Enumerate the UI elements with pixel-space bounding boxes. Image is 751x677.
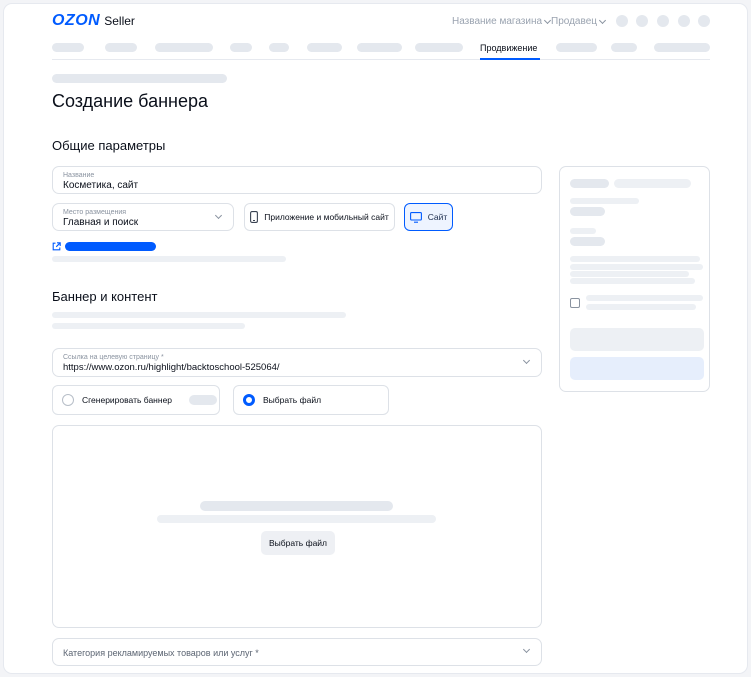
side-placeholder xyxy=(586,295,703,301)
header-icon-placeholder[interactable] xyxy=(678,15,690,27)
app-window: OZON Seller Название магазина Продавец П… xyxy=(4,4,747,673)
tab-promotion[interactable]: Продвижение xyxy=(480,43,537,53)
logo-product: Seller xyxy=(104,14,135,28)
radio-choose-file[interactable]: Выбрать файл xyxy=(233,385,389,415)
chevron-down-icon xyxy=(598,16,607,24)
page-title: Создание баннера xyxy=(52,91,209,111)
side-placeholder xyxy=(570,256,700,262)
file-upload-area[interactable]: Выбрать файл xyxy=(52,425,542,628)
banner-name-value: Косметика, сайт xyxy=(63,180,139,191)
banner-name-field[interactable]: Название Косметика, сайт xyxy=(52,166,542,194)
side-placeholder xyxy=(570,179,609,188)
chevron-down-icon xyxy=(522,645,531,654)
nav-tab-placeholder[interactable] xyxy=(269,43,289,52)
side-button-placeholder[interactable] xyxy=(570,328,704,351)
store-name: Название магазина xyxy=(452,16,543,27)
option-app-label: Приложение и мобильный сайт xyxy=(264,212,389,222)
nav-tab-placeholder[interactable] xyxy=(307,43,342,52)
side-placeholder xyxy=(614,179,691,188)
nav-tab-placeholder[interactable] xyxy=(52,43,84,52)
logo-brand: OZON xyxy=(52,12,101,29)
nav-tab-placeholder[interactable] xyxy=(357,43,402,52)
header-icon-placeholder[interactable] xyxy=(616,15,628,27)
nav-tab-placeholder[interactable] xyxy=(611,43,637,52)
category-placeholder: Категория рекламируемых товаров или услу… xyxy=(63,648,259,658)
header-icon-placeholder[interactable] xyxy=(657,15,669,27)
side-placeholder xyxy=(570,207,605,216)
link-placeholder[interactable] xyxy=(65,242,156,251)
header-icon-placeholder[interactable] xyxy=(698,15,710,27)
radio-icon xyxy=(62,394,74,406)
nav-tab-placeholder[interactable] xyxy=(230,43,252,52)
option-site-label: Сайт xyxy=(427,212,448,222)
side-placeholder xyxy=(570,198,639,204)
hint-placeholder xyxy=(52,256,286,262)
banner-name-label: Название xyxy=(63,172,95,179)
radio-file-label: Выбрать файл xyxy=(263,395,322,405)
target-url-value: https://www.ozon.ru/highlight/backtoscho… xyxy=(63,362,280,373)
toggle-placeholder xyxy=(189,395,218,405)
side-placeholder xyxy=(570,271,689,277)
breadcrumb-placeholder xyxy=(52,74,227,83)
ozon-seller-logo[interactable]: OZON Seller xyxy=(52,12,135,30)
store-selector[interactable]: Название магазина xyxy=(452,16,552,27)
side-placeholder xyxy=(570,264,703,270)
side-placeholder xyxy=(586,304,696,310)
seller-label: Продавец xyxy=(551,16,597,27)
header-icon-placeholder[interactable] xyxy=(636,15,648,27)
section-content-heading: Баннер и контент xyxy=(52,289,158,304)
side-placeholder xyxy=(570,228,596,234)
smartphone-icon xyxy=(250,211,259,223)
side-primary-button-placeholder[interactable] xyxy=(570,357,704,380)
nav-divider xyxy=(52,59,710,60)
option-site[interactable]: Сайт xyxy=(404,203,453,231)
choose-file-button[interactable]: Выбрать файл xyxy=(261,531,335,555)
section-general-heading: Общие параметры xyxy=(52,138,166,153)
external-link-icon[interactable] xyxy=(52,242,61,251)
category-select[interactable]: Категория рекламируемых товаров или услу… xyxy=(52,638,542,666)
radio-generate-banner[interactable]: Сгенерировать баннер xyxy=(52,385,220,415)
nav-tab-placeholder[interactable] xyxy=(155,43,213,52)
side-checkbox[interactable] xyxy=(570,298,580,308)
description-placeholder xyxy=(52,312,346,318)
side-placeholder xyxy=(570,237,605,246)
radio-generate-label: Сгенерировать баннер xyxy=(82,395,173,405)
chevron-down-icon xyxy=(522,356,531,365)
nav-tab-placeholder[interactable] xyxy=(415,43,463,52)
chevron-down-icon xyxy=(214,211,223,220)
placement-label: Место размещения xyxy=(63,209,127,216)
target-url-label: Ссылка на целевую страницу * xyxy=(63,354,164,361)
nav-tab-placeholder[interactable] xyxy=(556,43,597,52)
active-tab-indicator xyxy=(480,58,540,60)
seller-menu[interactable]: Продавец xyxy=(551,16,607,27)
side-panel xyxy=(559,166,710,392)
side-placeholder xyxy=(570,278,695,284)
upload-hint-placeholder xyxy=(157,515,436,523)
upload-hint-placeholder xyxy=(200,501,393,511)
option-app-and-mobile-site[interactable]: Приложение и мобильный сайт xyxy=(244,203,395,231)
placement-select[interactable]: Место размещения Главная и поиск xyxy=(52,203,234,231)
nav-tab-placeholder[interactable] xyxy=(654,43,710,52)
description-placeholder xyxy=(52,323,245,329)
placement-value: Главная и поиск xyxy=(63,217,139,228)
radio-selected-icon xyxy=(243,394,255,406)
nav-tab-placeholder[interactable] xyxy=(105,43,137,52)
monitor-icon xyxy=(409,211,422,223)
target-url-field[interactable]: Ссылка на целевую страницу * https://www… xyxy=(52,348,542,377)
